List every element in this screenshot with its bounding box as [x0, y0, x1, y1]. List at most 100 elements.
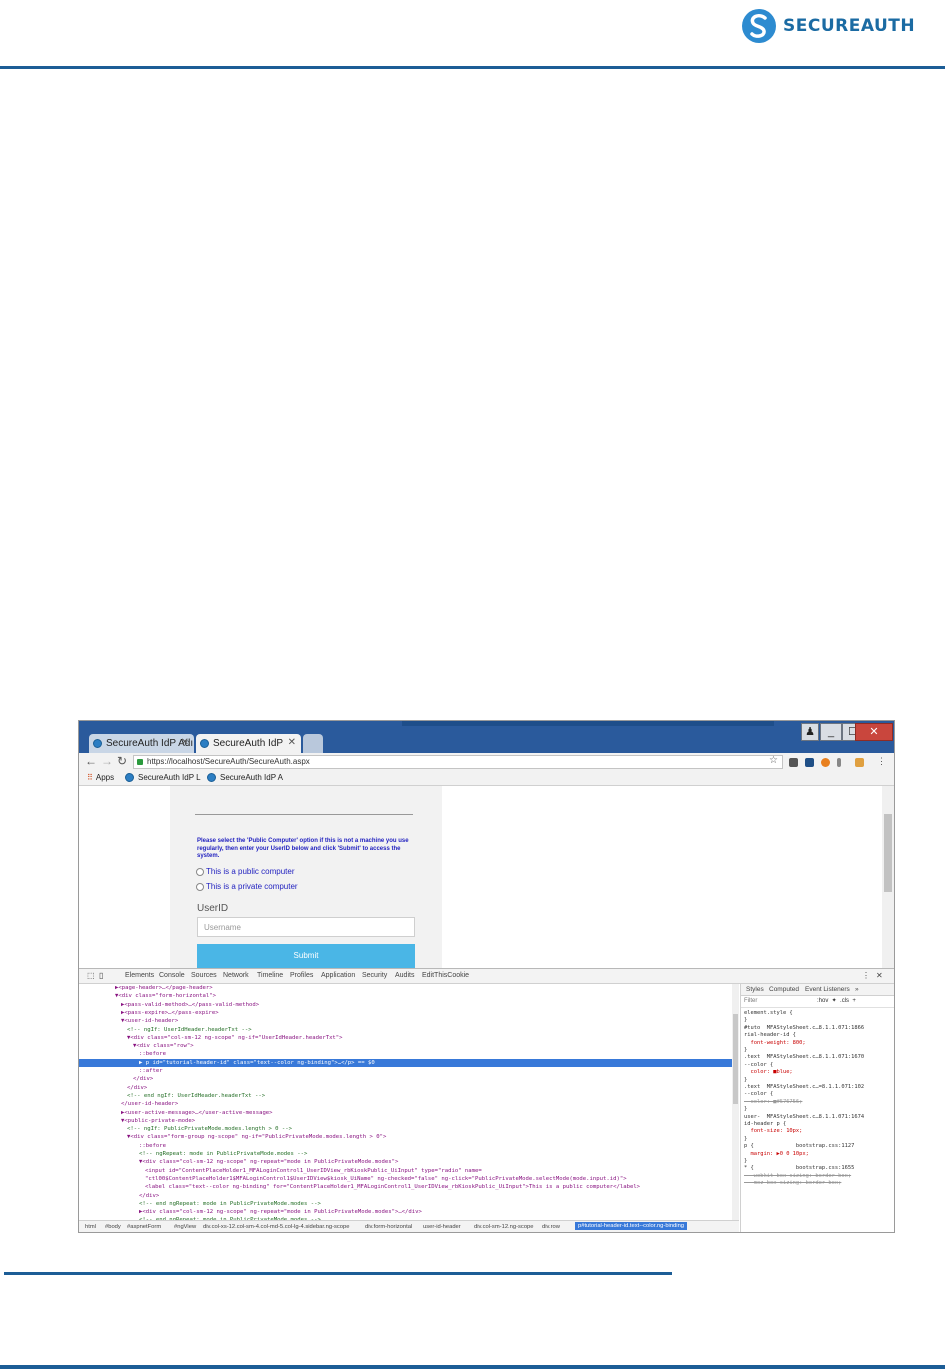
extension-dropper-icon[interactable]: [837, 758, 841, 767]
back-icon[interactable]: ←: [85, 754, 97, 768]
dom-node-line[interactable]: ▼<div class="col-sm-12 ng-scope" ng-repe…: [79, 1158, 739, 1166]
dom-node-line[interactable]: <!-- end ngIf: UserIdHeader.headerTxt --…: [79, 1092, 739, 1100]
styles-tab[interactable]: Event Listeners: [805, 986, 850, 993]
breadcrumb-item[interactable]: div.col-sm-12.ng-scope: [474, 1224, 534, 1230]
bookmark-apps[interactable]: ⠿ Apps: [87, 773, 114, 782]
elements-scrollbar[interactable]: [732, 984, 739, 1220]
dom-node-line[interactable]: <!-- ngIf: PublicPrivateMode.modes.lengt…: [79, 1125, 739, 1133]
devtools-tab[interactable]: EditThisCookie: [422, 972, 469, 979]
breadcrumb-item[interactable]: div.form-horizontal: [365, 1224, 412, 1230]
dom-node-line[interactable]: ::after: [79, 1067, 739, 1075]
dom-node-line[interactable]: </div>: [79, 1192, 739, 1200]
reload-icon[interactable]: ↻: [117, 754, 127, 768]
dom-node-line[interactable]: ▶<div class="col-sm-12 ng-scope" ng-repe…: [79, 1208, 739, 1216]
dom-node-line[interactable]: </div>: [79, 1084, 739, 1092]
menu-icon[interactable]: ⋮: [877, 756, 886, 767]
devtools-tab[interactable]: Application: [321, 972, 355, 979]
dom-node-line[interactable]: ::before: [79, 1142, 739, 1150]
elements-scrollbar-thumb[interactable]: [733, 1014, 738, 1104]
devtools-tab[interactable]: Sources: [191, 972, 217, 979]
dom-node-line[interactable]: <label class="text--color ng-binding" fo…: [79, 1183, 739, 1191]
breadcrumb-item[interactable]: html: [85, 1224, 96, 1230]
dom-node-line[interactable]: ▼<div class="form-group ng-scope" ng-if=…: [79, 1133, 739, 1141]
dom-node-line[interactable]: ▼<public-private-mode>: [79, 1117, 739, 1125]
private-computer-radio[interactable]: [196, 883, 204, 891]
submit-button[interactable]: Submit: [197, 944, 415, 968]
css-line: }: [744, 1106, 748, 1113]
dom-node-line[interactable]: <!-- ngRepeat: mode in PublicPrivateMode…: [79, 1150, 739, 1158]
extension-flag-icon[interactable]: [855, 758, 864, 767]
css-rule-selector[interactable]: * { bootstrap.css:1655: [744, 1165, 854, 1172]
styles-tab[interactable]: Computed: [769, 986, 799, 993]
styles-tabs: Styles Computed Event Listeners »: [741, 984, 894, 996]
devtools-close-icon[interactable]: ✕: [876, 971, 883, 980]
extension-cookie-icon[interactable]: [821, 758, 830, 767]
extension-s-icon[interactable]: [805, 758, 814, 767]
breadcrumb-item[interactable]: #body: [105, 1224, 121, 1230]
star-icon[interactable]: ☆: [769, 755, 778, 766]
tab-secureauth-admin[interactable]: SecureAuth IdP Adı ✕: [89, 734, 194, 753]
styles-filter-tools[interactable]: :hov ✦ .cls +: [817, 998, 856, 1005]
bookmark-secureauth-1[interactable]: SecureAuth IdP L: [125, 773, 201, 782]
breadcrumb-item[interactable]: user-id-header: [423, 1224, 461, 1230]
tab-close-icon[interactable]: ✕: [181, 737, 189, 748]
elements-tree[interactable]: ▶<page-header>…</page-header> ▼<div class…: [79, 984, 739, 1220]
close-window-button[interactable]: ✕: [855, 723, 893, 741]
forward-icon[interactable]: →: [101, 754, 113, 768]
devtools-tab[interactable]: Elements: [125, 972, 154, 979]
dom-node-line[interactable]: ▶<user-active-message>…</user-active-mes…: [79, 1109, 739, 1117]
dom-node-line[interactable]: </user-id-header>: [79, 1100, 739, 1108]
dom-node-line[interactable]: <input id="ContentPlaceHolder1_MFALoginC…: [79, 1167, 739, 1175]
breadcrumb-item[interactable]: p#tutorial-header-id.text--color.ng-bind…: [575, 1222, 688, 1230]
css-rule-selector[interactable]: .text MFAStyleSheet.c…=8.1.1.071:102: [744, 1084, 864, 1091]
devtools-menu-icon[interactable]: ⋮: [862, 971, 870, 980]
private-computer-label[interactable]: This is a private computer: [206, 882, 298, 891]
devtools-tab[interactable]: Network: [223, 972, 249, 979]
url-input[interactable]: https://localhost/SecureAuth/SecureAuth.…: [133, 755, 783, 769]
devtools-tab[interactable]: Audits: [395, 972, 414, 979]
styles-tab[interactable]: »: [855, 986, 859, 993]
breadcrumb-item[interactable]: div.row: [542, 1224, 560, 1230]
devtools-tab[interactable]: Console: [159, 972, 185, 979]
inspect-icon[interactable]: ⬚: [87, 971, 95, 980]
bookmark-secureauth-2[interactable]: SecureAuth IdP A: [207, 773, 283, 782]
dom-node-line[interactable]: <!-- end ngRepeat: mode in PublicPrivate…: [79, 1200, 739, 1208]
css-rule-selector[interactable]: #tuto MFAStyleSheet.c…8.1.1.071:1866: [744, 1025, 864, 1032]
devtools-tab[interactable]: Timeline: [257, 972, 283, 979]
public-computer-label[interactable]: This is a public computer: [206, 867, 294, 876]
breadcrumb-item[interactable]: #aspnetForm: [127, 1224, 161, 1230]
profile-icon[interactable]: ♟: [801, 723, 819, 741]
breadcrumb-item[interactable]: #ngView: [174, 1224, 196, 1230]
css-rule-selector[interactable]: .text MFAStyleSheet.c…8.1.1.071:1670: [744, 1054, 864, 1061]
dom-node-line[interactable]: ▼<div class="row">: [79, 1042, 739, 1050]
dom-node-line[interactable]: <!-- ngIf: UserIdHeader.headerTxt -->: [79, 1026, 739, 1034]
selected-node-line[interactable]: ▶ p id="tutorial-header-id" class="text-…: [79, 1058, 739, 1067]
tab-close-icon[interactable]: ✕: [288, 737, 296, 748]
css-rule-selector[interactable]: user- MFAStyleSheet.c…8.1.1.071:1674: [744, 1114, 864, 1121]
devtools-tab[interactable]: Profiles: [290, 972, 313, 979]
bookmarks-bar: ⠿ Apps SecureAuth IdP L SecureAuth IdP A: [79, 771, 894, 786]
device-toggle-icon[interactable]: ▯: [99, 971, 103, 980]
extension-shield-icon[interactable]: [789, 758, 798, 767]
dom-node-line[interactable]: ▼<div class="form-horizontal">: [79, 992, 739, 1000]
styles-tab[interactable]: Styles: [746, 986, 764, 993]
tab-secureauth-idp[interactable]: SecureAuth IdP ✕: [196, 734, 301, 753]
dom-node-line[interactable]: ▼<user-id-header>: [79, 1017, 739, 1025]
public-computer-radio[interactable]: [196, 868, 204, 876]
dom-node-line[interactable]: ::before: [79, 1050, 739, 1058]
dom-node-line[interactable]: ▶<pass-valid-method>…</pass-valid-method…: [79, 1001, 739, 1009]
breadcrumb-item[interactable]: div.col-xs-12.col-sm-4.col-md-5.col-lg-4…: [203, 1224, 349, 1230]
minimize-button[interactable]: _: [820, 723, 842, 741]
styles-filter-input[interactable]: Filter: [744, 998, 757, 1005]
page-scrollbar-thumb[interactable]: [884, 814, 892, 892]
dom-node-line[interactable]: ▶<pass-expire>…</pass-expire>: [79, 1009, 739, 1017]
css-rule-selector[interactable]: p { bootstrap.css:1127: [744, 1143, 854, 1150]
username-input[interactable]: Username: [197, 917, 415, 937]
dom-node-line[interactable]: "ctl00$ContentPlaceHolder1$MFALoginContr…: [79, 1175, 739, 1183]
dom-node-line[interactable]: ▶<page-header>…</page-header>: [79, 984, 739, 992]
new-tab-button[interactable]: [303, 734, 323, 753]
dom-node-line[interactable]: ▼<div class="col-sm-12 ng-scope" ng-if="…: [79, 1034, 739, 1042]
devtools-tab[interactable]: Security: [362, 972, 387, 979]
dom-node-line[interactable]: </div>: [79, 1075, 739, 1083]
page-scrollbar[interactable]: [882, 786, 894, 968]
